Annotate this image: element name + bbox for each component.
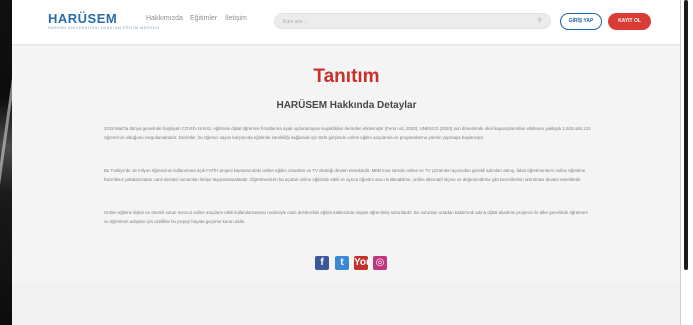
scrollbar-thumb[interactable] (684, 0, 688, 270)
search-icon[interactable]: ⚲ (538, 17, 542, 24)
footer-area (12, 283, 681, 325)
page-subtitle: HARÜSEM Hakkında Detaylar (276, 100, 417, 111)
nav-link-contact[interactable]: İletişim (225, 15, 247, 22)
harusem-logo[interactable]: HARÜSEM HARRAN ÜNİVERSİTESİ UZAKTAN EĞİT… (48, 11, 159, 33)
youtube-icon[interactable]: You (354, 256, 372, 270)
nav-link-courses[interactable]: Eğitimler (190, 15, 217, 22)
instagram-icon[interactable]: ◎ (373, 256, 387, 270)
login-button[interactable]: GİRİŞ YAP (560, 13, 602, 30)
background-image-strip (0, 0, 12, 325)
site-header: HARÜSEM HARRAN ÜNİVERSİTESİ UZAKTAN EĞİT… (12, 0, 681, 44)
intro-paragraph-1: 2019 Mart'ta dünya genelinde başlayan CO… (104, 126, 591, 140)
logo-subtitle: HARRAN ÜNİVERSİTESİ UZAKTAN EĞİTİM MERKE… (48, 26, 160, 30)
search-bar[interactable]: ⚲ (274, 13, 551, 29)
twitter-icon[interactable]: t (335, 256, 349, 270)
facebook-icon[interactable]: f (315, 256, 329, 270)
intro-paragraph-2: Bu Türkiye'de 18 milyon öğrencinin kulla… (104, 168, 586, 182)
scrollbar[interactable] (680, 0, 693, 325)
page-title: Tanıtım (313, 66, 380, 87)
web-page: HARÜSEM HARRAN ÜNİVERSİTESİ UZAKTAN EĞİT… (12, 0, 681, 325)
logo-text: HARÜSEM (48, 11, 118, 26)
register-button[interactable]: KAYIT OL (608, 13, 651, 30)
nav-link-about[interactable]: Hakkımızda (146, 15, 183, 22)
search-input[interactable] (283, 16, 523, 27)
intro-paragraph-3: Online eğitime ilişkin en önemli sorun m… (104, 210, 588, 224)
